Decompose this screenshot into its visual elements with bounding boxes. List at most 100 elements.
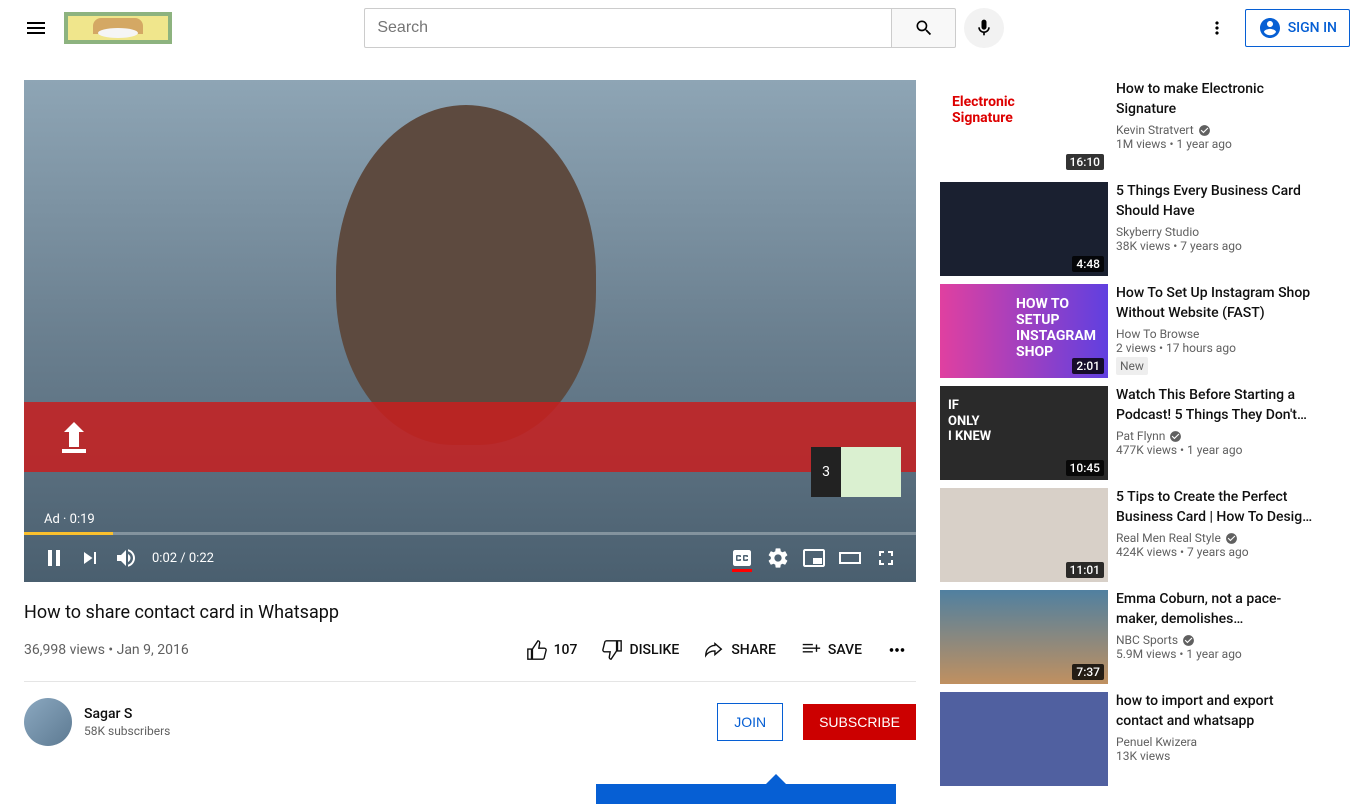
- settings-button[interactable]: [760, 540, 796, 576]
- hamburger-icon: [24, 16, 48, 40]
- upnext-overlay[interactable]: 3: [811, 447, 901, 497]
- related-info: Watch This Before Starting a Podcast! 5 …: [1116, 386, 1342, 480]
- search-button[interactable]: [892, 8, 956, 48]
- signin-button[interactable]: SIGN IN: [1245, 9, 1350, 47]
- fullscreen-button[interactable]: [868, 540, 904, 576]
- more-actions-button[interactable]: [878, 631, 916, 669]
- video-player[interactable]: 3 Ad · 0:19 0:02 / 0:22: [24, 80, 916, 582]
- join-button[interactable]: JOIN: [717, 703, 783, 741]
- pause-button[interactable]: [36, 540, 72, 576]
- related-meta: 38K views • 7 years ago: [1116, 239, 1318, 253]
- dislike-label: DISLIKE: [629, 642, 679, 658]
- related-title: Watch This Before Starting a Podcast! 5 …: [1116, 386, 1318, 425]
- header-right: SIGN IN: [1197, 8, 1350, 48]
- related-meta: 477K views • 1 year ago: [1116, 443, 1318, 457]
- menu-button[interactable]: [16, 8, 56, 48]
- related-meta: 424K views • 7 years ago: [1116, 545, 1318, 559]
- theater-button[interactable]: [832, 540, 868, 576]
- miniplayer-button[interactable]: [796, 540, 832, 576]
- player-controls: 0:02 / 0:22: [24, 534, 916, 582]
- related-videos: Electronic Signature16:10How to make Ele…: [940, 80, 1342, 794]
- voice-search-button[interactable]: [964, 8, 1004, 48]
- cc-icon: [730, 546, 754, 570]
- related-item[interactable]: 4:485 Things Every Business Card Should …: [940, 182, 1342, 276]
- header: SIGN IN: [0, 0, 1366, 56]
- related-channel: Kevin Stratvert: [1116, 123, 1318, 137]
- related-info: 5 Things Every Business Card Should Have…: [1116, 182, 1342, 276]
- tooltip-arrow: [766, 774, 786, 784]
- header-left: [16, 8, 172, 48]
- related-meta: 1M views • 1 year ago: [1116, 137, 1318, 151]
- related-title: how to import and export contact and wha…: [1116, 692, 1318, 731]
- next-button[interactable]: [72, 540, 108, 576]
- captions-button[interactable]: [724, 540, 760, 576]
- ad-logo-icon: [54, 417, 94, 457]
- subscriber-count: 58K subscribers: [84, 724, 705, 738]
- volume-button[interactable]: [108, 540, 144, 576]
- related-channel: Real Men Real Style: [1116, 531, 1318, 545]
- subscribe-button[interactable]: SUBSCRIBE: [803, 704, 916, 740]
- related-info: How To Set Up Instagram Shop Without Web…: [1116, 284, 1342, 378]
- related-title: Emma Coburn, not a pace-maker, demolishe…: [1116, 590, 1318, 629]
- theater-icon: [838, 546, 862, 570]
- duration-badge: 2:01: [1072, 358, 1104, 374]
- like-button[interactable]: 107: [518, 631, 586, 669]
- video-actions: 107 DISLIKE SHARE SAVE: [518, 631, 916, 669]
- upnext-number: 3: [811, 447, 841, 497]
- upnext-thumb: [841, 447, 901, 497]
- primary-column: 3 Ad · 0:19 0:02 / 0:22 How to share con…: [24, 80, 916, 794]
- related-info: How to make Electronic Signature Kevin St…: [1116, 80, 1342, 174]
- related-meta: 2 views • 17 hours ago: [1116, 341, 1318, 355]
- related-thumbnail[interactable]: 11:01: [940, 488, 1108, 582]
- related-info: how to import and export contact and wha…: [1116, 692, 1342, 786]
- signin-tooltip: [596, 784, 896, 804]
- channel-name[interactable]: Sagar S: [84, 706, 705, 722]
- user-icon: [1258, 16, 1282, 40]
- site-logo[interactable]: [64, 12, 172, 44]
- related-title: How to make Electronic Signature: [1116, 80, 1318, 119]
- related-thumbnail[interactable]: Electronic Signature16:10: [940, 80, 1108, 174]
- related-channel: How To Browse: [1116, 327, 1318, 341]
- more-vert-icon: [1207, 18, 1227, 38]
- more-button[interactable]: [1197, 8, 1237, 48]
- more-horiz-icon: [886, 639, 908, 661]
- share-button[interactable]: SHARE: [695, 631, 784, 669]
- signin-label: SIGN IN: [1288, 20, 1337, 36]
- channel-info: Sagar S 58K subscribers: [84, 706, 705, 738]
- header-center: [364, 8, 1004, 48]
- fullscreen-icon: [874, 546, 898, 570]
- related-channel: Pat Flynn: [1116, 429, 1318, 443]
- share-label: SHARE: [731, 642, 776, 658]
- new-badge: New: [1116, 357, 1148, 375]
- video-meta: 36,998 views • Jan 9, 2016: [24, 642, 189, 658]
- thumb-down-icon: [601, 639, 623, 661]
- related-item[interactable]: Electronic Signature16:10How to make Ele…: [940, 80, 1342, 174]
- duration-badge: 10:45: [1066, 460, 1104, 476]
- search-input[interactable]: [364, 8, 892, 48]
- related-channel: NBC Sports: [1116, 633, 1318, 647]
- verified-icon: [1182, 634, 1195, 647]
- miniplayer-icon: [802, 546, 826, 570]
- related-title: 5 Tips to Create the Perfect Business Ca…: [1116, 488, 1318, 527]
- related-thumbnail[interactable]: 7:37: [940, 590, 1108, 684]
- related-thumbnail[interactable]: IF ONLY I KNEW10:45: [940, 386, 1108, 480]
- pause-icon: [42, 546, 66, 570]
- save-button[interactable]: SAVE: [792, 631, 870, 669]
- related-channel: Penuel Kwizera: [1116, 735, 1318, 749]
- related-item[interactable]: how to import and export contact and wha…: [940, 692, 1342, 786]
- verified-icon: [1198, 124, 1211, 137]
- related-item[interactable]: 7:37Emma Coburn, not a pace-maker, demol…: [940, 590, 1342, 684]
- related-thumbnail[interactable]: HOW TO SETUP INSTAGRAM SHOP2:01: [940, 284, 1108, 378]
- related-item[interactable]: HOW TO SETUP INSTAGRAM SHOP2:01How To Se…: [940, 284, 1342, 378]
- related-thumbnail[interactable]: 4:48: [940, 182, 1108, 276]
- related-item[interactable]: IF ONLY I KNEW10:45Watch This Before Sta…: [940, 386, 1342, 480]
- related-info: 5 Tips to Create the Perfect Business Ca…: [1116, 488, 1342, 582]
- verified-icon: [1225, 532, 1238, 545]
- related-thumbnail[interactable]: [940, 692, 1108, 786]
- channel-avatar[interactable]: [24, 698, 72, 746]
- verified-icon: [1169, 430, 1182, 443]
- dislike-button[interactable]: DISLIKE: [593, 631, 687, 669]
- save-icon: [800, 639, 822, 661]
- related-item[interactable]: 11:015 Tips to Create the Perfect Busine…: [940, 488, 1342, 582]
- search-icon: [914, 18, 934, 38]
